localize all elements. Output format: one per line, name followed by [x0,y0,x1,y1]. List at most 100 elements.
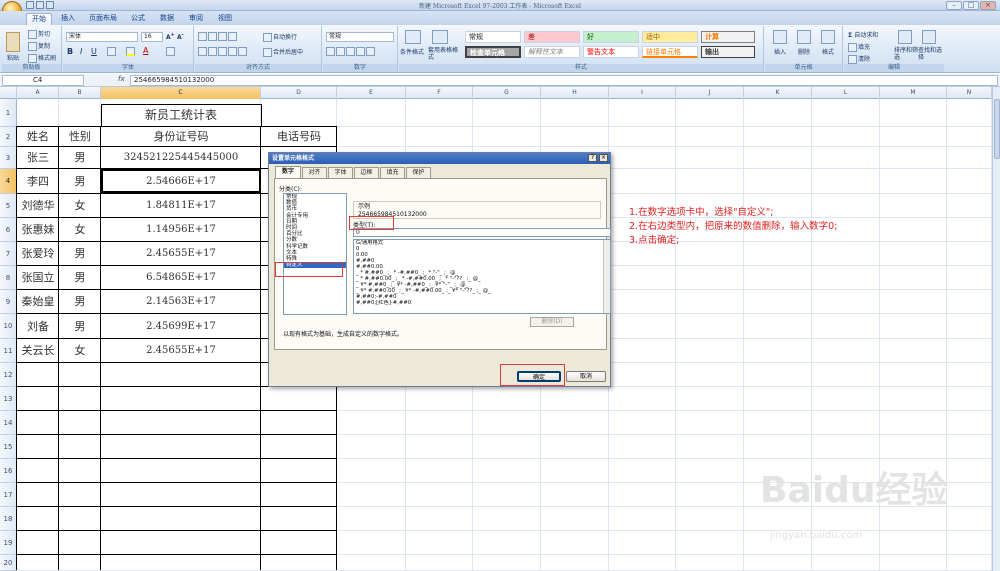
minimize-button[interactable]: – [946,1,962,10]
row-header-6[interactable]: 6 [0,218,17,242]
maximize-button[interactable]: □ [963,1,979,10]
column-header-d[interactable]: D [261,87,337,99]
undo-icon[interactable] [36,1,44,9]
category-list[interactable]: 常规 数值 货币 会计专用 日期 时间 百分比 分数 科学记数 文本 特殊 自定义 [283,193,347,315]
column-header-b[interactable]: B [59,87,101,99]
style-neutral[interactable]: 适中 [642,31,698,43]
header-cell[interactable]: 性别 [59,127,101,147]
tab-view[interactable]: 视图 [213,13,237,25]
save-icon[interactable] [26,1,34,9]
table-format-icon[interactable] [432,30,448,44]
name-box[interactable]: C4 [2,75,84,86]
id-number-cell[interactable]: 2.45655E+17 [101,339,261,363]
column-header-k[interactable]: K [744,87,812,99]
delete-cells-icon[interactable] [797,30,811,44]
format-cells-button[interactable]: 格式 [822,47,834,56]
row-header-16[interactable]: 16 [0,459,17,483]
delete-cells-button[interactable]: 删除 [798,47,810,56]
name-cell[interactable]: 李四 [17,169,59,194]
insert-cells-button[interactable]: 插入 [774,47,786,56]
gender-cell[interactable]: 女 [59,218,101,242]
id-number-cell[interactable]: 2.14563E+17 [101,290,261,314]
row-header-19[interactable]: 19 [0,531,17,555]
autosum-button[interactable]: Σ 自动求和 [848,30,878,39]
header-cell[interactable]: 姓名 [17,127,59,147]
name-cell[interactable]: 秦始皇 [17,290,59,314]
style-normal[interactable]: 常规 [465,31,521,43]
column-header-h[interactable]: H [541,87,609,99]
conditional-format-icon[interactable] [405,30,421,44]
merge-center-button[interactable]: 合并后居中 [263,47,303,57]
grow-font-button[interactable]: A+ A- [166,32,184,41]
type-list-scrollbar[interactable] [603,240,610,313]
name-cell[interactable]: 刘德华 [17,194,59,218]
scroll-thumb[interactable] [994,99,1000,159]
column-header-l[interactable]: L [812,87,880,99]
conditional-format-button[interactable]: 条件格式 [400,47,424,56]
cancel-button[interactable]: 取消 [566,371,606,382]
select-all-corner[interactable] [0,87,17,99]
style-check-cell[interactable]: 检查单元格 [465,46,521,58]
row-header-13[interactable]: 13 [0,387,17,411]
copy-button[interactable]: 复制 [28,41,50,51]
sort-filter-icon[interactable] [898,30,912,44]
underline-button[interactable]: U [91,47,97,56]
tab-formulas[interactable]: 公式 [126,13,150,25]
number-format-buttons[interactable] [326,47,376,56]
insert-cells-icon[interactable] [773,30,787,44]
style-explanatory[interactable]: 解释性文本 [524,46,580,58]
dialog-tab-border[interactable]: 边框 [354,167,379,178]
row-header-4[interactable]: 4 [0,169,17,194]
name-cell[interactable]: 关云长 [17,339,59,363]
font-name-select[interactable]: 宋体 [66,32,138,42]
row-header-7[interactable]: 7 [0,242,17,266]
paste-icon[interactable] [6,32,20,52]
tab-page-layout[interactable]: 页面布局 [85,13,121,25]
id-number-cell[interactable]: 324521225445445000 [101,147,261,169]
header-cell[interactable]: 身份证号码 [101,127,261,147]
dialog-tab-alignment[interactable]: 对齐 [302,167,327,178]
bold-button[interactable]: B [67,47,73,56]
id-number-cell[interactable]: 1.14956E+17 [101,218,261,242]
close-button[interactable]: × [980,1,996,10]
row-header-5[interactable]: 5 [0,194,17,218]
tab-data[interactable]: 数据 [155,13,179,25]
gender-cell[interactable]: 男 [59,314,101,339]
gender-cell[interactable]: 男 [59,169,101,194]
column-header-g[interactable]: G [473,87,541,99]
column-header-m[interactable]: M [880,87,947,99]
row-header-11[interactable]: 11 [0,339,17,363]
row-header-17[interactable]: 17 [0,483,17,507]
row-header-3[interactable]: 3 [0,147,17,169]
table-format-button[interactable]: 套用表格格式 [428,47,462,61]
find-select-button[interactable]: 查找和选择 [918,47,942,61]
delete-format-button[interactable]: 删除(D) [530,317,574,327]
clear-button[interactable]: 清除 [848,54,870,64]
gender-cell[interactable]: 男 [59,147,101,169]
column-header-j[interactable]: J [676,87,744,99]
id-number-cell[interactable]: 6.54865E+17 [101,266,261,290]
fill-button[interactable]: 填充 [848,42,870,52]
id-number-cell[interactable]: 2.45655E+17 [101,242,261,266]
column-header-c[interactable]: C [101,87,261,99]
column-header-e[interactable]: E [337,87,406,99]
style-linked-cell[interactable]: 链接单元格 [642,46,698,58]
column-header-a[interactable]: A [17,87,59,99]
tab-home[interactable]: 开始 [26,13,52,25]
phonetic-button[interactable] [166,47,176,56]
name-cell[interactable]: 刘备 [17,314,59,339]
dialog-tab-fill[interactable]: 填充 [380,167,405,178]
type-list[interactable]: G/通用格式 0 0.00 #,##0 #,##0.00 _ * #,##0_ ;_ * … [353,239,611,314]
redo-icon[interactable] [46,1,54,9]
id-number-cell[interactable]: 2.45699E+17 [101,314,261,339]
format-cells-icon[interactable] [821,30,835,44]
row-header-10[interactable]: 10 [0,314,17,339]
paste-button[interactable]: 粘贴 [7,53,19,62]
row-header-12[interactable]: 12 [0,363,17,387]
top-align-button[interactable] [198,32,238,41]
gender-cell[interactable]: 男 [59,242,101,266]
help-button[interactable]: ? [588,154,597,162]
style-good[interactable]: 好 [583,31,639,43]
row-header-8[interactable]: 8 [0,266,17,290]
gender-cell[interactable]: 男 [59,266,101,290]
